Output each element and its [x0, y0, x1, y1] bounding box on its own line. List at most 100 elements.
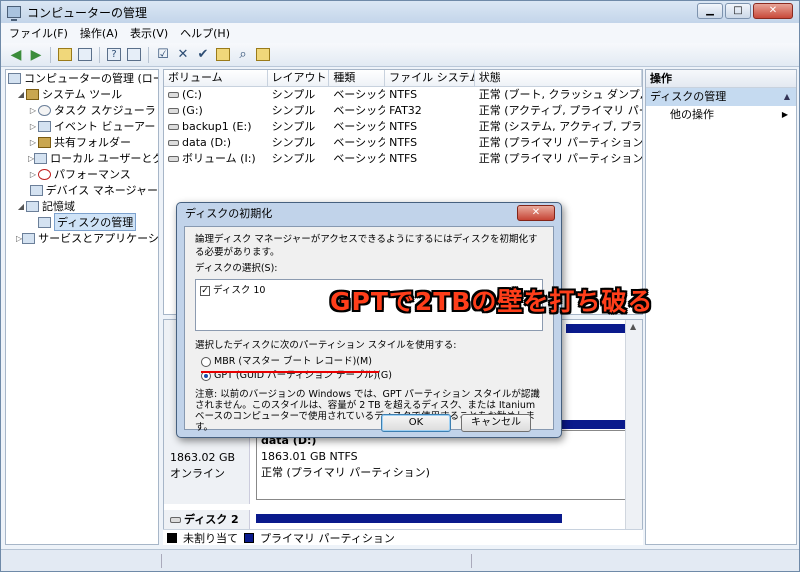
- tree-item-services-apps[interactable]: ▷ サービスとアプリケーショ: [6, 230, 158, 246]
- table-row[interactable]: (G:) シンプル ベーシック FAT32 正常 (アクティブ, プライマリ パ…: [164, 103, 642, 119]
- partition-style-label: 選択したディスクに次のパーティション スタイルを使用する:: [195, 340, 457, 351]
- actions-section-disk-management[interactable]: ディスクの管理: [646, 88, 796, 106]
- table-cell: 正常 (システム, アクティブ, プライマ: [478, 120, 642, 133]
- table-header: ボリューム レイアウト 種類 ファイル システム 状態: [164, 70, 642, 87]
- up-folder-icon[interactable]: [56, 46, 74, 64]
- export-icon[interactable]: [254, 46, 272, 64]
- delete-icon[interactable]: ✕: [174, 46, 192, 64]
- column-header-status[interactable]: 状態: [475, 70, 642, 86]
- table-cell: (G:): [164, 103, 268, 119]
- partition-size: 1863.01 GB NTFS: [261, 450, 358, 463]
- search-icon[interactable]: ⌕: [234, 46, 252, 64]
- tree-item-event-viewer[interactable]: ▷ イベント ビューアー: [6, 118, 158, 134]
- table-cell: NTFS: [389, 136, 418, 149]
- tree-item-storage[interactable]: ◢ 記憶域: [6, 198, 158, 214]
- toolbar: ◀ ▶ ? ☑ ✕ ✔ ⌕: [1, 43, 799, 67]
- table-cell: シンプル: [271, 136, 316, 149]
- tree-item-label: システム ツール: [42, 88, 123, 101]
- column-header-type[interactable]: 種類: [329, 70, 386, 86]
- expander-icon[interactable]: ▷: [28, 122, 38, 131]
- expander-icon[interactable]: ▷: [28, 138, 38, 147]
- volume-icon: [168, 124, 179, 130]
- table-cell: シンプル: [271, 152, 316, 165]
- properties-icon[interactable]: ☑: [154, 46, 172, 64]
- close-button[interactable]: ✕: [753, 3, 793, 19]
- menu-view[interactable]: 表示(V): [130, 25, 168, 41]
- table-cell: NTFS: [389, 152, 418, 165]
- expander-icon[interactable]: ◢: [16, 202, 26, 211]
- dialog-close-button[interactable]: ✕: [517, 205, 555, 221]
- table-cell: (C:): [164, 87, 268, 103]
- column-header-layout[interactable]: レイアウト: [268, 70, 330, 86]
- dialog-body: 論理ディスク マネージャーがアクセスできるようにするにはディスクを初期化する必要…: [184, 226, 554, 433]
- status-separator: [161, 554, 162, 568]
- table-row[interactable]: ボリューム (I:) シンプル ベーシック NTFS 正常 (プライマリ パーテ…: [164, 151, 642, 167]
- partition-status: 正常 (プライマリ パーティション): [261, 466, 430, 479]
- cancel-button[interactable]: キャンセル: [461, 414, 531, 432]
- table-cell: 正常 (プライマリ パーティション): [478, 136, 642, 149]
- check-icon[interactable]: ✔: [194, 46, 212, 64]
- clock-icon: [38, 104, 51, 116]
- dialog-title: ディスクの初期化: [185, 207, 273, 220]
- table-cell: 正常 (ブート, クラッシュ ダンプ, プラ: [478, 88, 642, 101]
- minimize-button[interactable]: ▁: [697, 3, 723, 19]
- status-separator: [471, 554, 472, 568]
- window-controls: ▁ □ ✕: [697, 3, 793, 19]
- disk-list-item[interactable]: ディスク 10: [213, 285, 265, 296]
- table-cell: シンプル: [271, 88, 316, 101]
- table-row[interactable]: data (D:) シンプル ベーシック NTFS 正常 (プライマリ パーティ…: [164, 135, 642, 151]
- vertical-scrollbar[interactable]: [625, 320, 642, 544]
- tree-item-system-tools[interactable]: ◢ システム ツール: [6, 86, 158, 102]
- forward-icon[interactable]: ▶: [27, 46, 45, 64]
- help-icon[interactable]: ?: [105, 46, 123, 64]
- expander-icon[interactable]: ▷: [28, 170, 38, 179]
- tree-item-shared-folders[interactable]: ▷ 共有フォルダー: [6, 134, 158, 150]
- tree-item-computer-management[interactable]: コンピューターの管理 (ロー: [6, 70, 158, 86]
- disk-label[interactable]: ディスク 2: [164, 510, 250, 530]
- mbr-label[interactable]: MBR (マスター ブート レコード)(M): [214, 356, 372, 367]
- checkbox-icon[interactable]: ✓: [200, 285, 210, 296]
- partition-block[interactable]: data (D:) 1863.01 GB NTFS 正常 (プライマリ パーティ…: [256, 430, 626, 500]
- table-row[interactable]: (C:) シンプル ベーシック NTFS 正常 (ブート, クラッシュ ダンプ,…: [164, 87, 642, 103]
- maximize-button[interactable]: □: [725, 3, 751, 19]
- table-cell: ベーシック: [333, 104, 386, 117]
- tree-item-device-manager[interactable]: デバイス マネージャー: [6, 182, 158, 198]
- partition-bar: [566, 324, 626, 333]
- mbr-option[interactable]: MBR (マスター ブート レコード)(M): [201, 355, 543, 369]
- device-manager-icon: [29, 184, 43, 196]
- tree-item-local-users[interactable]: ▷ ローカル ユーザーとグ: [6, 150, 158, 166]
- volume-name: backup1 (E:): [182, 120, 252, 133]
- menu-action[interactable]: 操作(A): [80, 25, 118, 41]
- menu-bar: ファイル(F) 操作(A) 表示(V) ヘルプ(H): [1, 23, 799, 43]
- table-cell: シンプル: [271, 104, 316, 117]
- open-folder-icon[interactable]: [214, 46, 232, 64]
- back-icon[interactable]: ◀: [7, 46, 25, 64]
- tree-item-label: 共有フォルダー: [54, 136, 131, 149]
- ok-button[interactable]: OK: [381, 414, 451, 432]
- volume-name: data (D:): [182, 136, 232, 149]
- tree-item-label: イベント ビューアー: [54, 120, 156, 133]
- menu-help[interactable]: ヘルプ(H): [180, 25, 230, 41]
- volume-icon: [168, 140, 179, 146]
- volume-icon: [168, 92, 179, 98]
- tree-item-task-scheduler[interactable]: ▷ タスク スケジューラ: [6, 102, 158, 118]
- disk-management-icon: [38, 216, 51, 228]
- navigation-tree: コンピューターの管理 (ロー ◢ システム ツール ▷ タスク スケジューラ ▷…: [5, 69, 159, 545]
- column-header-volume[interactable]: ボリューム: [164, 70, 268, 86]
- action-pane-icon[interactable]: [125, 46, 143, 64]
- actions-header: 操作: [646, 70, 796, 88]
- expander-icon[interactable]: ▷: [28, 106, 38, 115]
- menu-file[interactable]: ファイル(F): [9, 25, 68, 41]
- tree-item-performance[interactable]: ▷ パフォーマンス: [6, 166, 158, 182]
- column-header-filesystem[interactable]: ファイル システム: [385, 70, 475, 86]
- disk2-label: ディスク 2: [184, 513, 239, 526]
- actions-item-more[interactable]: 他の操作: [646, 106, 796, 124]
- table-row[interactable]: backup1 (E:) シンプル ベーシック NTFS 正常 (システム, ア…: [164, 119, 642, 135]
- tree-item-label: タスク スケジューラ: [54, 104, 156, 117]
- show-hide-tree-icon[interactable]: [76, 46, 94, 64]
- tree-item-disk-management[interactable]: ディスクの管理: [6, 213, 158, 231]
- mbr-radio[interactable]: [201, 356, 211, 367]
- expander-icon[interactable]: ◢: [16, 90, 26, 99]
- table-cell: NTFS: [389, 120, 418, 133]
- volume-name: (G:): [182, 104, 203, 117]
